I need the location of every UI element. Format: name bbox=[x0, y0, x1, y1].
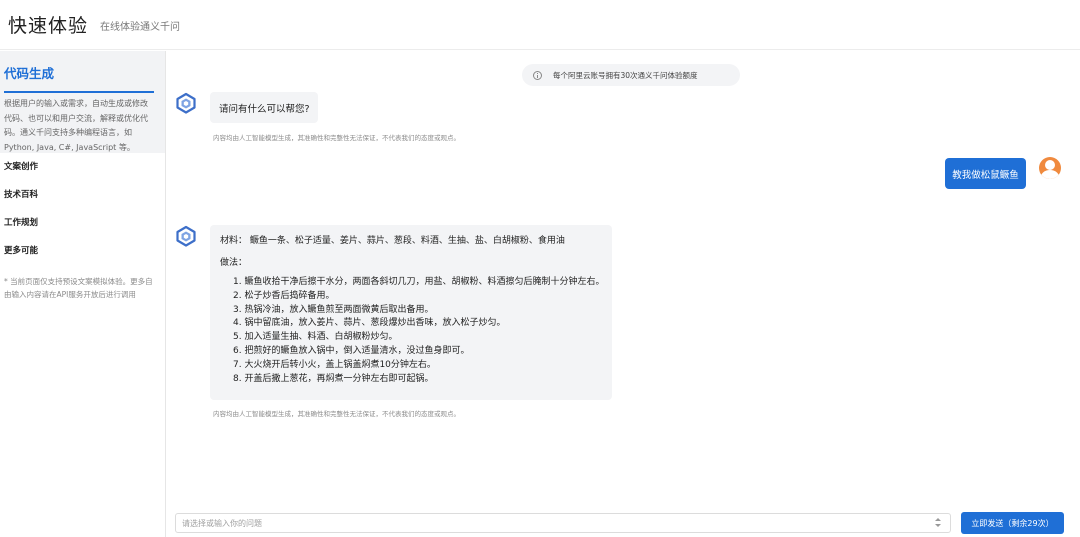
sidebar-item-code-generation[interactable]: 代码生成 根据用户的输入或需求，自动生成或修改代码、也可以和用户交流，解释或优化… bbox=[0, 51, 165, 153]
recipe-step: 8. 开盖后撒上葱花，再焖煮一分钟左右即可起锅。 bbox=[233, 373, 434, 384]
recipe-step: 7. 大火烧开后转小火，盖上锅盖焖煮10分钟左右。 bbox=[233, 359, 436, 370]
recipe-step: 6. 把煎好的鳜鱼放入锅中，倒入适量清水，没过鱼身即可。 bbox=[233, 345, 470, 356]
sidebar: 代码生成 根据用户的输入或需求，自动生成或修改代码、也可以和用户交流，解释或优化… bbox=[0, 51, 166, 537]
page-subtitle: 在线体验通义千问 bbox=[100, 22, 181, 33]
bot-disclaimer: 内容均由人工智能模型生成，其准确性和完整性无法保证，不代表我们的态度或观点。 bbox=[213, 134, 460, 142]
recipe-method-label: 做法： bbox=[220, 258, 248, 268]
question-input[interactable] bbox=[176, 514, 932, 532]
recipe-steps: 1. 鳜鱼收拾干净后擦干水分，两面各斜切几刀，用盐、胡椒粉、料酒擦匀后腌制十分钟… bbox=[220, 276, 605, 386]
recipe-ingredients: 材料： 鳜鱼一条、松子适量、姜片、蒜片、葱段、料酒、生抽、盐、白胡椒粉、食用油 bbox=[220, 236, 565, 246]
sidebar-item-tech-encyclopedia[interactable]: 技术百科 bbox=[0, 181, 165, 209]
info-icon bbox=[533, 70, 542, 80]
page-title: 快速体验 bbox=[8, 15, 89, 37]
quota-notice: 每个阿里云账号拥有30次通义千问体验额度 bbox=[522, 64, 740, 86]
sidebar-item-work-planning[interactable]: 工作规划 bbox=[0, 209, 165, 237]
user-message-text: 教我做松鼠鳜鱼 bbox=[952, 169, 1019, 181]
recipe-step: 4. 锅中留底油，放入姜片、蒜片、葱段爆炒出香味，放入松子炒匀。 bbox=[233, 318, 506, 329]
bot-avatar-icon bbox=[175, 92, 197, 114]
bot-message-text: 请问有什么可以帮您? bbox=[219, 103, 310, 115]
recipe-step: 5. 加入适量生抽、料酒、白胡椒粉炒匀。 bbox=[233, 332, 398, 343]
recipe-step: 2. 松子炒香后捣碎备用。 bbox=[233, 290, 335, 301]
sidebar-item-copywriting[interactable]: 文案创作 bbox=[0, 153, 165, 181]
user-avatar bbox=[1039, 157, 1061, 179]
bot-message-greeting: 请问有什么可以帮您? bbox=[210, 92, 318, 123]
quota-notice-text: 每个阿里云账号拥有30次通义千问体验额度 bbox=[553, 70, 698, 80]
app-header: 快速体验 在线体验通义千问 bbox=[0, 0, 1080, 50]
question-selector bbox=[175, 513, 951, 533]
user-message: 教我做松鼠鳜鱼 bbox=[945, 158, 1026, 189]
sidebar-items: 文案创作 技术百科 工作规划 更多可能 bbox=[0, 153, 165, 265]
sidebar-item-description: 根据用户的输入或需求，自动生成或修改代码、也可以和用户交流，解释或优化代码。通义… bbox=[4, 99, 148, 152]
sidebar-item-more[interactable]: 更多可能 bbox=[0, 237, 165, 265]
bot-message-recipe: 材料： 鳜鱼一条、松子适量、姜片、蒜片、葱段、料酒、生抽、盐、白胡椒粉、食用油 … bbox=[210, 225, 612, 400]
chat-area: 每个阿里云账号拥有30次通义千问体验额度 请问有什么可以帮您? 内容均由人工智能… bbox=[167, 51, 1080, 537]
select-arrows-icon[interactable] bbox=[932, 514, 944, 532]
recipe-step: 3. 热锅冷油，放入鳜鱼煎至两面微黄后取出备用。 bbox=[233, 304, 434, 315]
send-button[interactable]: 立即发送（剩余29次） bbox=[961, 512, 1064, 534]
bot-disclaimer: 内容均由人工智能模型生成，其准确性和完整性无法保证，不代表我们的态度或观点。 bbox=[213, 410, 460, 418]
sidebar-item-label: 代码生成 bbox=[4, 63, 154, 93]
bot-avatar-icon bbox=[175, 225, 197, 247]
recipe-step: 1. 鳜鱼收拾干净后擦干水分，两面各斜切几刀，用盐、胡椒粉、料酒擦匀后腌制十分钟… bbox=[233, 277, 605, 287]
sidebar-note: * 当前页面仅支持预设文案模拟体验。更多自由输入内容请在API服务开放后进行调用 bbox=[4, 277, 153, 299]
